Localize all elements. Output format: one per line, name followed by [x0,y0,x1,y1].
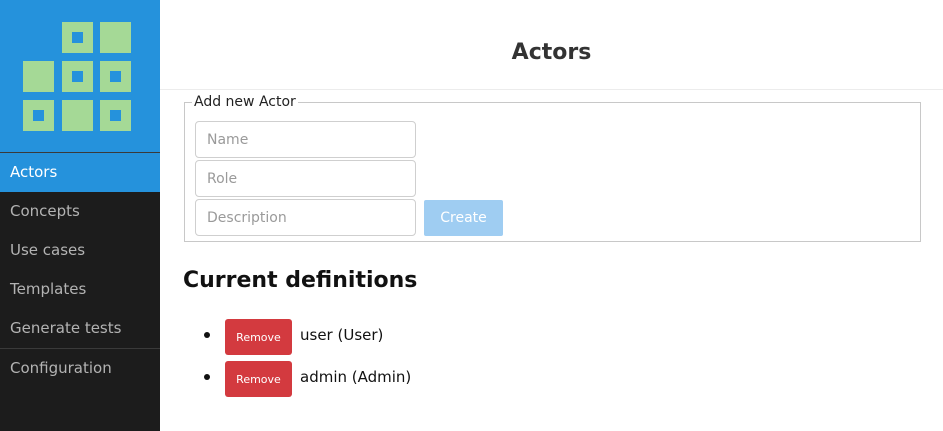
description-input[interactable] [195,199,416,236]
name-input[interactable] [195,121,416,158]
bullet-icon [204,374,210,380]
form-legend: Add new Actor [194,94,296,110]
grid-logo-icon [23,22,131,131]
definition-text: user (User) [300,326,384,344]
definitions-list: Remove user (User) Remove admin (Admin) [183,318,411,402]
page-title: Actors [511,40,592,65]
main-content: Actors Add new Actor Create Current defi… [160,0,943,431]
definition-text: admin (Admin) [300,368,412,386]
list-item: Remove admin (Admin) [183,360,411,402]
create-button[interactable]: Create [424,200,503,236]
definitions-title: Current definitions [183,268,418,293]
role-input[interactable] [195,160,416,197]
sidebar-item-use-cases[interactable]: Use cases [0,231,160,270]
sidebar-item-configuration[interactable]: Configuration [0,349,160,388]
sidebar-item-actors[interactable]: Actors [0,153,160,192]
page-header: Actors [160,0,943,90]
sidebar-item-templates[interactable]: Templates [0,270,160,309]
bullet-icon [204,332,210,338]
logo[interactable] [0,0,160,152]
sidebar-nav: Actors Concepts Use cases Templates Gene… [0,152,160,388]
app-window: Actors Concepts Use cases Templates Gene… [0,0,943,431]
remove-button[interactable]: Remove [225,361,292,397]
remove-button[interactable]: Remove [225,319,292,355]
sidebar-item-concepts[interactable]: Concepts [0,192,160,231]
sidebar-item-generate-tests[interactable]: Generate tests [0,309,160,348]
list-item: Remove user (User) [183,318,383,360]
sidebar: Actors Concepts Use cases Templates Gene… [0,0,160,431]
